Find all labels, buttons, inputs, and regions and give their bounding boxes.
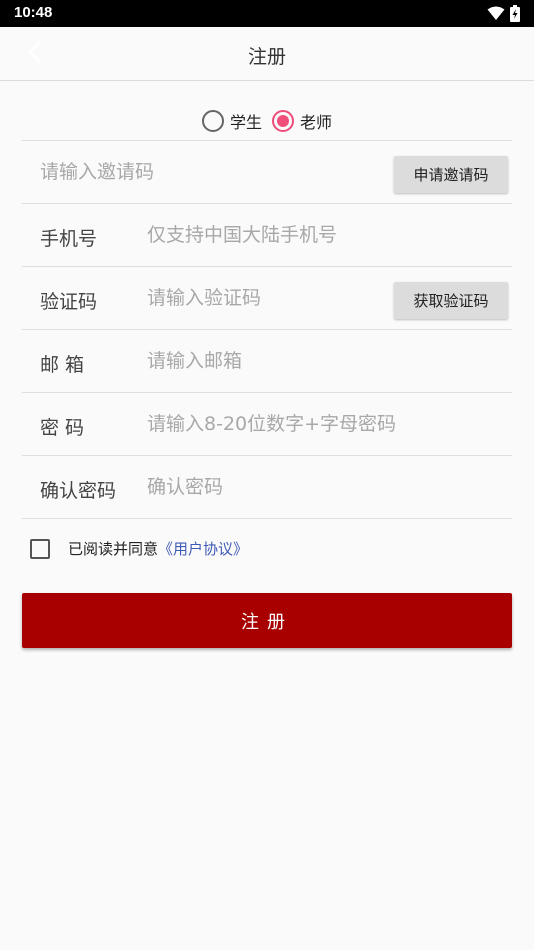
user-agreement-link[interactable]: 《用户协议》 [158, 538, 248, 559]
verification-code-row: 验证码 获取验证码 [22, 267, 512, 330]
status-time: 10:48 [14, 4, 53, 21]
role-label-student: 学生 [229, 113, 262, 132]
status-bar: 10:48 [0, 0, 534, 27]
verification-code-input[interactable] [147, 281, 377, 315]
apply-invite-code-button[interactable]: 申请邀请码 [394, 156, 508, 193]
role-option-student[interactable]: 学生 [198, 103, 266, 133]
role-label-teacher: 老师 [300, 113, 333, 132]
wifi-icon [487, 6, 505, 25]
role-selector: 学生 老师 [22, 103, 512, 141]
invite-code-row: 申请邀请码 [22, 141, 512, 204]
radio-student[interactable] [201, 110, 224, 132]
phone-label: 手机号 [40, 228, 98, 250]
role-option-teacher[interactable]: 老师 [268, 103, 336, 133]
phone-input[interactable] [147, 218, 497, 252]
page-title: 注册 [247, 46, 286, 68]
status-icons [487, 5, 520, 26]
agreement-text: 已阅读并同意 [68, 540, 159, 558]
password-input[interactable] [147, 407, 497, 441]
invite-code-input[interactable] [40, 155, 380, 189]
battery-icon [510, 5, 520, 26]
email-input[interactable] [147, 344, 497, 378]
confirm-password-label: 确认密码 [40, 480, 117, 502]
email-label: 邮 箱 [40, 354, 85, 376]
radio-teacher[interactable] [272, 110, 294, 132]
phone-row: 手机号 [22, 204, 512, 267]
register-button[interactable]: 注册 [22, 593, 512, 648]
password-row: 密 码 [22, 393, 512, 456]
agreement-checkbox[interactable] [30, 538, 50, 559]
verification-code-label: 验证码 [40, 291, 98, 313]
agreement-row: 已阅读并同意 《用户协议》 [30, 538, 248, 559]
email-row: 邮 箱 [22, 330, 512, 393]
app-toolbar: 注册 [0, 27, 534, 81]
confirm-password-row: 确认密码 [22, 456, 512, 519]
get-verification-code-button[interactable]: 获取验证码 [394, 282, 508, 319]
confirm-password-input[interactable] [147, 470, 497, 504]
password-label: 密 码 [40, 417, 85, 439]
